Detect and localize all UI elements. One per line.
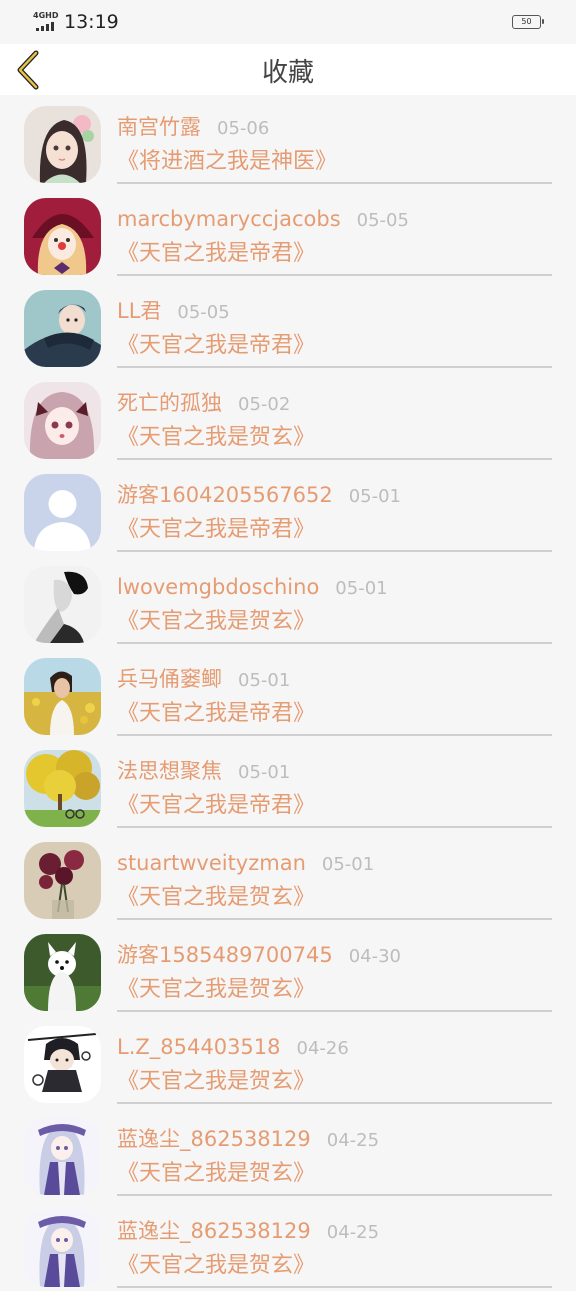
book-title-link[interactable]: 《天官之我是贺玄》 [117,1067,315,1097]
avatar[interactable] [24,842,101,919]
list-item[interactable]: marcbymaryccjacobs 05-05 《天官之我是帝君》 [0,187,576,279]
avatar[interactable] [24,1026,101,1103]
list-item[interactable]: 法思想聚焦 05-01 《天官之我是帝君》 [0,739,576,831]
item-header: marcbymaryccjacobs 05-05 [117,205,409,233]
divider [117,1010,552,1012]
date-label: 05-02 [238,394,291,415]
book-title-link[interactable]: 《天官之我是贺玄》 [117,423,315,453]
item-header: 游客1604205567652 05-01 [117,481,401,509]
book-title-link[interactable]: 《天官之我是帝君》 [117,331,315,361]
divider [117,182,552,184]
username[interactable]: lwovemgbdoschino [117,575,319,599]
list-item[interactable]: 游客1585489700745 04-30 《天官之我是贺玄》 [0,923,576,1015]
avatar[interactable] [24,1210,101,1287]
avatar[interactable] [24,658,101,735]
favorites-list: 南宫竹露 05-06 《将进酒之我是神医》 marcbymaryccjacobs 05-… [0,95,576,1291]
date-label: 04-25 [326,1222,380,1243]
avatar[interactable] [24,474,101,551]
username[interactable]: 游客1585489700745 [117,943,333,967]
divider [117,1286,552,1288]
status-bar: 4GHD 13:19 50 [0,0,576,44]
divider [117,642,552,644]
list-item[interactable]: 蓝逸尘_862538129 04-25 《天官之我是贺玄》 [0,1199,576,1291]
page-title: 收藏 [261,58,314,88]
item-header: lwovemgbdoschino 05-01 [117,573,388,601]
avatar[interactable] [24,198,101,275]
book-title-link[interactable]: 《天官之我是帝君》 [117,239,315,269]
divider [117,458,552,460]
book-title-link[interactable]: 《天官之我是帝君》 [117,699,315,729]
item-header: 蓝逸尘_862538129 04-25 [117,1217,379,1245]
list-item[interactable]: 死亡的孤独 05-02 《天官之我是贺玄》 [0,371,576,463]
date-label: 04-25 [326,1130,380,1151]
battery-icon: 50 [512,15,544,29]
date-label: 05-01 [238,670,291,691]
username[interactable]: 兵马俑窭鲫 [117,667,222,691]
list-item[interactable]: stuartwveityzman 05-01 《天官之我是贺玄》 [0,831,576,923]
username[interactable]: stuartwveityzman [117,851,306,875]
book-title-link[interactable]: 《天官之我是贺玄》 [117,975,315,1005]
date-label: 04-26 [296,1038,349,1059]
username[interactable]: 游客1604205567652 [117,483,333,507]
username[interactable]: marcbymaryccjacobs [117,207,341,231]
divider [117,826,552,828]
username[interactable]: 法思想聚焦 [117,759,222,783]
book-title-link[interactable]: 《天官之我是贺玄》 [117,607,315,637]
username[interactable]: LL君 [117,299,161,323]
avatar[interactable] [24,290,101,367]
date-label: 05-05 [356,210,409,231]
divider [117,366,552,368]
username[interactable]: 死亡的孤独 [117,391,222,415]
avatar[interactable] [24,1118,101,1195]
item-header: 兵马俑窭鲫 05-01 [117,665,290,693]
list-item[interactable]: 兵马俑窭鲫 05-01 《天官之我是帝君》 [0,647,576,739]
book-title-link[interactable]: 《天官之我是帝君》 [117,515,315,545]
list-item[interactable]: 蓝逸尘_862538129 04-25 《天官之我是贺玄》 [0,1107,576,1199]
item-header: LL君 05-05 [117,297,230,325]
avatar[interactable] [24,750,101,827]
list-item[interactable]: 南宫竹露 05-06 《将进酒之我是神医》 [0,95,576,187]
date-label: 05-05 [177,302,230,323]
book-title-link[interactable]: 《天官之我是贺玄》 [117,883,315,913]
username[interactable]: 蓝逸尘_862538129 [117,1219,311,1243]
list-item[interactable]: L.Z_854403518 04-26 《天官之我是贺玄》 [0,1015,576,1107]
item-header: L.Z_854403518 04-26 [117,1033,349,1061]
divider [117,1194,552,1196]
item-header: stuartwveityzman 05-01 [117,849,374,877]
avatar[interactable] [24,106,101,183]
username[interactable]: 蓝逸尘_862538129 [117,1127,311,1151]
date-label: 05-01 [335,578,388,599]
divider [117,1102,552,1104]
divider [117,918,552,920]
item-header: 南宫竹露 05-06 [117,113,269,141]
divider [117,734,552,736]
avatar[interactable] [24,382,101,459]
book-title-link[interactable]: 《天官之我是帝君》 [117,791,315,821]
signal-icon: 4GHD [33,11,61,33]
avatar[interactable] [24,566,101,643]
username[interactable]: 南宫竹露 [117,115,201,139]
divider [117,274,552,276]
date-label: 05-06 [217,118,270,139]
app-header: 收藏 [0,44,576,95]
network-type: 4GHD [33,11,59,20]
clock: 13:19 [64,11,119,33]
username[interactable]: L.Z_854403518 [117,1035,281,1059]
item-header: 法思想聚焦 05-01 [117,757,290,785]
date-label: 04-30 [348,946,402,967]
book-title-link[interactable]: 《天官之我是贺玄》 [117,1251,315,1281]
book-title-link[interactable]: 《将进酒之我是神医》 [117,147,337,177]
avatar[interactable] [24,934,101,1011]
item-header: 游客1585489700745 04-30 [117,941,401,969]
list-item[interactable]: LL君 05-05 《天官之我是帝君》 [0,279,576,371]
item-header: 蓝逸尘_862538129 04-25 [117,1125,379,1153]
item-header: 死亡的孤独 05-02 [117,389,290,417]
list-item[interactable]: 游客1604205567652 05-01 《天官之我是帝君》 [0,463,576,555]
date-label: 05-01 [321,854,375,875]
book-title-link[interactable]: 《天官之我是贺玄》 [117,1159,315,1189]
date-label: 05-01 [238,762,291,783]
date-label: 05-01 [348,486,402,507]
list-item[interactable]: lwovemgbdoschino 05-01 《天官之我是贺玄》 [0,555,576,647]
divider [117,550,552,552]
